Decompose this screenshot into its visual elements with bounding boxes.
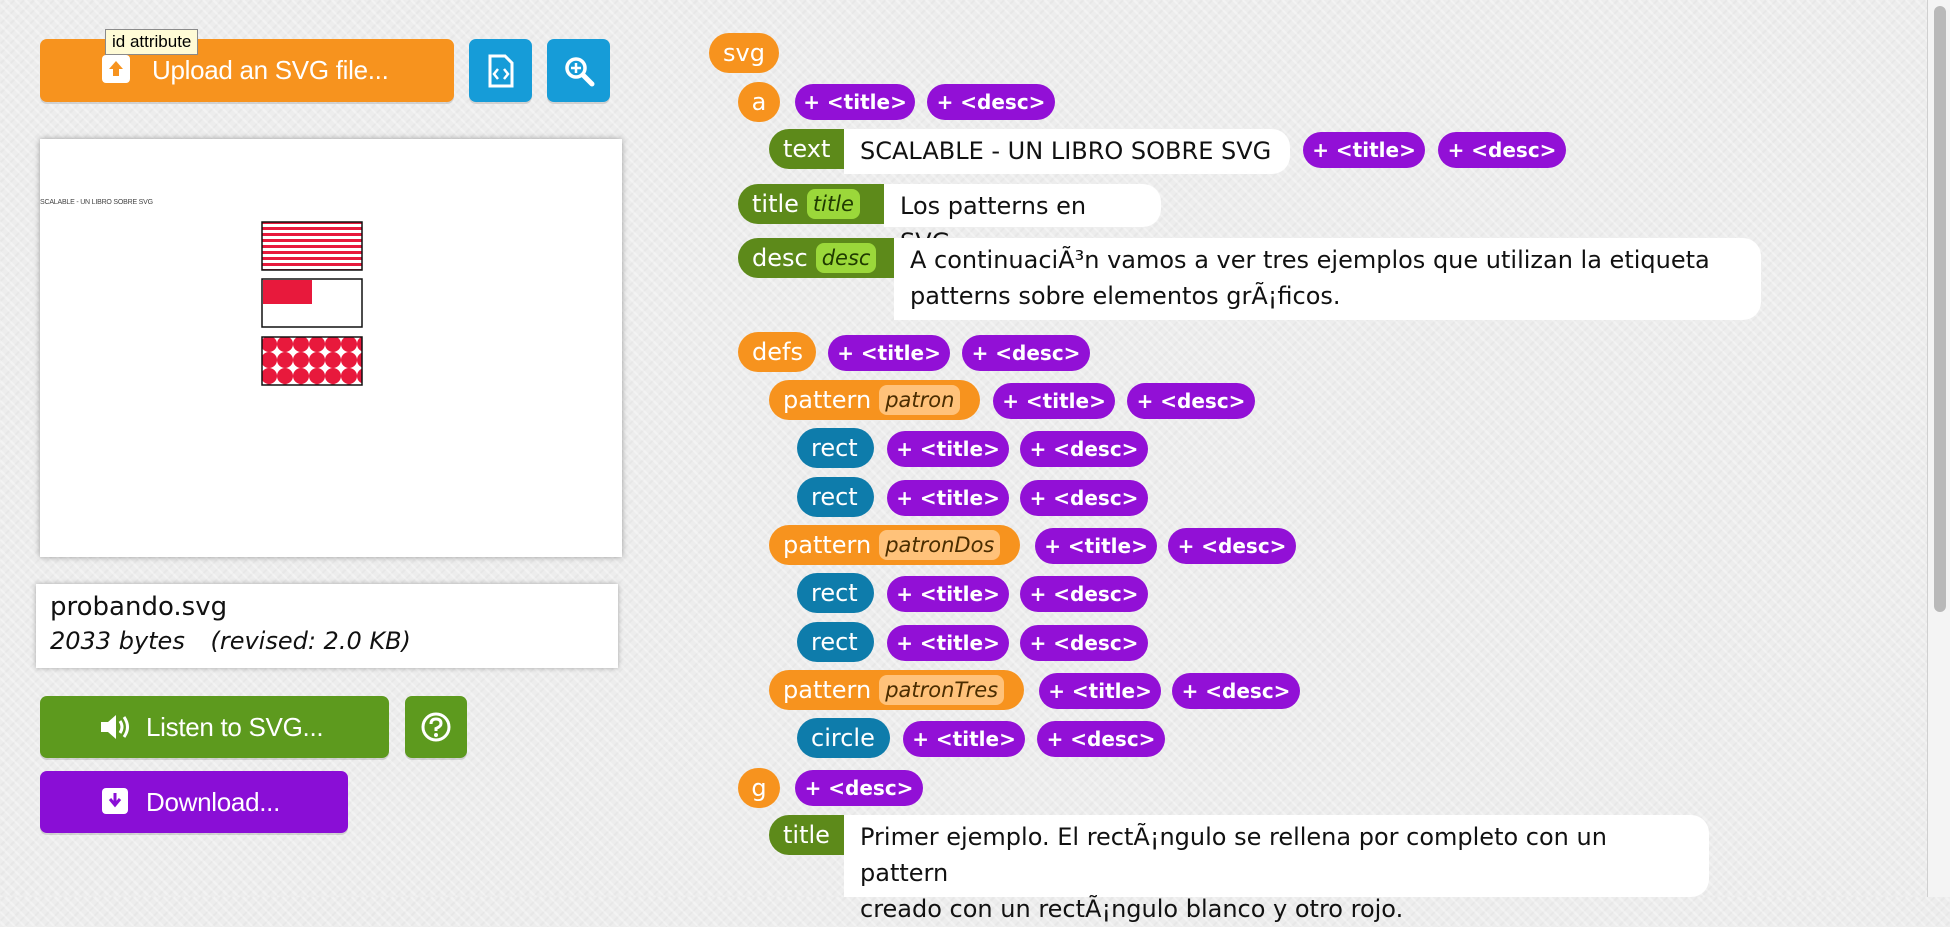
zoom-button[interactable] bbox=[547, 39, 610, 102]
add-title-button[interactable]: + <title> bbox=[887, 625, 1009, 661]
download-label: Download... bbox=[146, 786, 280, 817]
add-title-button[interactable]: + <title> bbox=[828, 335, 950, 371]
node-rect-label: rect bbox=[811, 579, 858, 607]
node-rect[interactable]: rect bbox=[797, 573, 874, 613]
title-line-2: creado con un rectÃ¡ngulo blanco y otro … bbox=[860, 895, 1404, 923]
node-circle[interactable]: circle bbox=[797, 718, 890, 758]
id-badge[interactable]: patronDos bbox=[879, 530, 1001, 560]
add-title-button[interactable]: + <title> bbox=[795, 84, 915, 120]
node-desc[interactable]: desc desc bbox=[738, 238, 894, 278]
node-pattern-label: pattern bbox=[783, 386, 872, 414]
id-badge[interactable]: patronTres bbox=[879, 675, 1005, 705]
upload-svg-button[interactable]: Upload an SVG file... bbox=[40, 39, 454, 102]
title-line-1: Primer ejemplo. El rectÃ¡ngulo se rellen… bbox=[860, 823, 1607, 887]
node-g-label: g bbox=[751, 774, 767, 802]
node-title-label: title bbox=[783, 821, 830, 849]
node-title-label: title bbox=[752, 190, 799, 218]
add-title-button[interactable]: + <title> bbox=[887, 576, 1009, 612]
node-title[interactable]: title bbox=[769, 815, 844, 855]
help-button[interactable] bbox=[405, 696, 467, 758]
desc-content[interactable]: A continuaciÃ³n vamos a ver tres ejemplo… bbox=[894, 238, 1761, 320]
desc-line-1: A continuaciÃ³n vamos a ver tres ejemplo… bbox=[910, 246, 1710, 274]
add-title-button[interactable]: + <title> bbox=[887, 480, 1009, 516]
listen-svg-button[interactable]: Listen to SVG... bbox=[40, 696, 389, 758]
zoom-icon bbox=[564, 56, 594, 86]
file-size: 2033 bytes bbox=[50, 627, 185, 655]
add-desc-button[interactable]: + <desc> bbox=[795, 770, 923, 806]
listen-label: Listen to SVG... bbox=[146, 711, 324, 742]
add-desc-button[interactable]: + <desc> bbox=[1438, 132, 1566, 168]
node-rect[interactable]: rect bbox=[797, 477, 874, 517]
file-name: probando.svg bbox=[50, 592, 228, 622]
add-title-button[interactable]: + <title> bbox=[1039, 673, 1161, 709]
add-desc-button[interactable]: + <desc> bbox=[927, 84, 1055, 120]
file-code-icon bbox=[488, 54, 513, 87]
node-pattern[interactable]: pattern patron bbox=[769, 380, 980, 420]
preview-caption: SCALABLE - UN LIBRO SOBRE SVG bbox=[40, 199, 153, 206]
node-rect-label: rect bbox=[811, 628, 858, 656]
file-revised: (revised: 2.0 KB) bbox=[210, 627, 411, 655]
node-pattern-label: pattern bbox=[783, 531, 872, 559]
view-code-button[interactable] bbox=[469, 39, 532, 102]
node-a-label: a bbox=[751, 88, 767, 116]
node-text-label: text bbox=[783, 135, 831, 163]
node-svg[interactable]: svg bbox=[709, 33, 779, 73]
add-desc-button[interactable]: + <desc> bbox=[962, 335, 1090, 371]
id-badge[interactable]: patron bbox=[879, 385, 961, 415]
title-content[interactable]: Primer ejemplo. El rectÃ¡ngulo se rellen… bbox=[844, 815, 1709, 923]
node-defs-label: defs bbox=[752, 338, 803, 366]
add-title-button[interactable]: + <title> bbox=[887, 431, 1009, 467]
id-badge[interactable]: desc bbox=[815, 243, 877, 273]
add-desc-button[interactable]: + <desc> bbox=[1168, 528, 1296, 564]
pattern-stripes-rect bbox=[261, 221, 363, 271]
upload-icon bbox=[102, 55, 130, 83]
node-rect[interactable]: rect bbox=[797, 622, 874, 662]
add-title-button[interactable]: + <title> bbox=[903, 721, 1025, 757]
svg-preview: SCALABLE - UN LIBRO SOBRE SVG bbox=[40, 139, 622, 557]
title-content[interactable]: Los patterns en SVG. bbox=[884, 184, 1161, 256]
download-icon bbox=[102, 788, 128, 814]
node-rect-label: rect bbox=[811, 434, 858, 462]
node-defs[interactable]: defs bbox=[738, 332, 816, 372]
scrollbar-thumb[interactable] bbox=[1934, 6, 1946, 612]
node-pattern[interactable]: pattern patronTres bbox=[769, 670, 1024, 710]
node-title[interactable]: title title bbox=[738, 184, 884, 224]
node-g[interactable]: g bbox=[738, 768, 780, 808]
add-desc-button[interactable]: + <desc> bbox=[1020, 625, 1148, 661]
download-button[interactable]: Download... bbox=[40, 771, 348, 833]
desc-line-2: patterns sobre elementos grÃ¡ficos. bbox=[910, 282, 1341, 310]
file-info-panel: probando.svg 2033 bytes (revised: 2.0 KB… bbox=[36, 584, 618, 668]
add-desc-button[interactable]: + <desc> bbox=[1037, 721, 1165, 757]
upload-label: Upload an SVG file... bbox=[152, 55, 389, 85]
text-content[interactable]: SCALABLE - UN LIBRO SOBRE SVG bbox=[844, 129, 1290, 174]
node-svg-label: svg bbox=[723, 39, 765, 67]
node-desc-label: desc bbox=[752, 244, 808, 272]
add-title-button[interactable]: + <title> bbox=[993, 383, 1115, 419]
node-rect[interactable]: rect bbox=[797, 428, 874, 468]
node-circle-label: circle bbox=[811, 724, 875, 752]
node-pattern-label: pattern bbox=[783, 676, 872, 704]
help-icon bbox=[421, 712, 451, 742]
add-title-button[interactable]: + <title> bbox=[1303, 132, 1425, 168]
add-title-button[interactable]: + <title> bbox=[1035, 528, 1157, 564]
add-desc-button[interactable]: + <desc> bbox=[1020, 431, 1148, 467]
node-text[interactable]: text bbox=[769, 129, 844, 169]
node-a[interactable]: a bbox=[738, 82, 780, 122]
pattern-circles-rect bbox=[261, 336, 363, 386]
add-desc-button[interactable]: + <desc> bbox=[1020, 576, 1148, 612]
tooltip: id attribute bbox=[105, 29, 199, 55]
add-desc-button[interactable]: + <desc> bbox=[1020, 480, 1148, 516]
node-rect-label: rect bbox=[811, 483, 858, 511]
pattern-block-rect bbox=[261, 278, 363, 328]
vertical-scrollbar[interactable] bbox=[1927, 0, 1950, 897]
id-badge[interactable]: title bbox=[806, 189, 860, 219]
node-pattern[interactable]: pattern patronDos bbox=[769, 525, 1020, 565]
file-size-line: 2033 bytes (revised: 2.0 KB) bbox=[50, 624, 604, 658]
add-desc-button[interactable]: + <desc> bbox=[1172, 673, 1300, 709]
speaker-icon bbox=[101, 715, 129, 739]
add-desc-button[interactable]: + <desc> bbox=[1127, 383, 1255, 419]
